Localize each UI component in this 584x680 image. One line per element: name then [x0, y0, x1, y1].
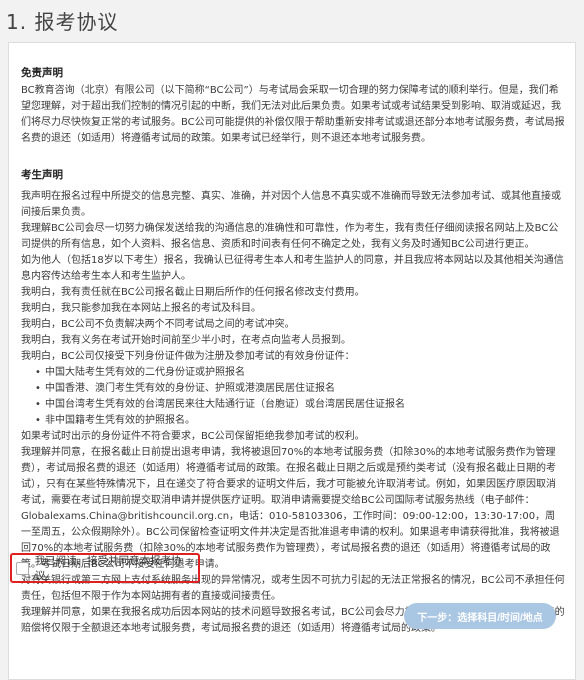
declaration-line: 我明白，BC公司仅接受下列身份证件做为注册及参加考试的有效身份证件： [21, 351, 355, 362]
declaration-line: 我理解BC公司会尽一切努力确保发送给我的沟通信息的准确性和可靠性，作为考生，我有… [21, 223, 559, 250]
disclaimer-title: 免责声明 [21, 67, 63, 79]
agree-checkbox[interactable] [16, 561, 29, 575]
id-bullet-text: 中国大陆考生凭有效的二代身份证或护照报名 [45, 367, 245, 378]
next-step-button[interactable]: 下一步：选择科目/时间/地点 [404, 603, 556, 629]
agree-label[interactable]: 我已阅读、接受并同意本报考协议。 [35, 553, 198, 583]
id-bullet-text: 非中国籍考生凭有效的护照报名。 [45, 415, 195, 426]
page-title: 1. 报考协议 [6, 10, 119, 34]
declaration-line: 如果考试时出示的身份证件不符合要求，BC公司保留拒绝我参加考试的权利。 [21, 431, 365, 442]
id-bullet: • 中国大陆考生凭有效的二代身份证或护照报名 [21, 365, 565, 381]
id-bullet-text: 中国香港、澳门考生凭有效的身份证、护照或港澳居民居住证报名 [45, 383, 335, 394]
declaration-line: 如为他人（包括18岁以下考生）报名，我确认已征得考生本人和考生监护人的同意，并且… [21, 255, 564, 282]
id-bullet: • 中国台湾考生凭有效的台湾居民来往大陆通行证（台胞证）或台湾居民居住证报名 [21, 397, 565, 413]
id-bullet: • 非中国籍考生凭有效的护照报名。 [21, 413, 565, 429]
agreement-card: 免责声明 BC教育咨询（北京）有限公司（以下简称“BC公司”）与考试局会采取一切… [8, 42, 576, 680]
disclaimer-paragraph: BC教育咨询（北京）有限公司（以下简称“BC公司”）与考试局会采取一切合理的努力… [21, 85, 565, 144]
disclaimer-body: BC教育咨询（北京）有限公司（以下简称“BC公司”）与考试局会采取一切合理的努力… [21, 83, 565, 147]
declaration-line: 我明白，我只能参加我在本网站上报名的考试及科目。 [21, 303, 261, 314]
declaration-line: 我明白，我有义务在考试开始时间前至少半小时，在考点向监考人员报到。 [21, 335, 351, 346]
declaration-line: 我明白，我有责任就在BC公司报名截止日期后所作的任何报名修改支付费用。 [21, 287, 365, 298]
id-bullet-text: 中国台湾考生凭有效的台湾居民来往大陆通行证（台胞证）或台湾居民居住证报名 [45, 399, 405, 410]
declaration-line: 我明白，BC公司不负责解决两个不同考试局之间的考试冲突。 [21, 319, 295, 330]
id-bullet: • 中国香港、澳门考生凭有效的身份证、护照或港澳居民居住证报名 [21, 381, 565, 397]
agree-checkbox-row[interactable]: 我已阅读、接受并同意本报考协议。 [10, 553, 200, 583]
declaration-line: 我声明在报名过程中所提交的信息完整、真实、准确，并对因个人信息不真实或不准确而导… [21, 191, 561, 218]
declaration-title: 考生声明 [21, 169, 63, 181]
